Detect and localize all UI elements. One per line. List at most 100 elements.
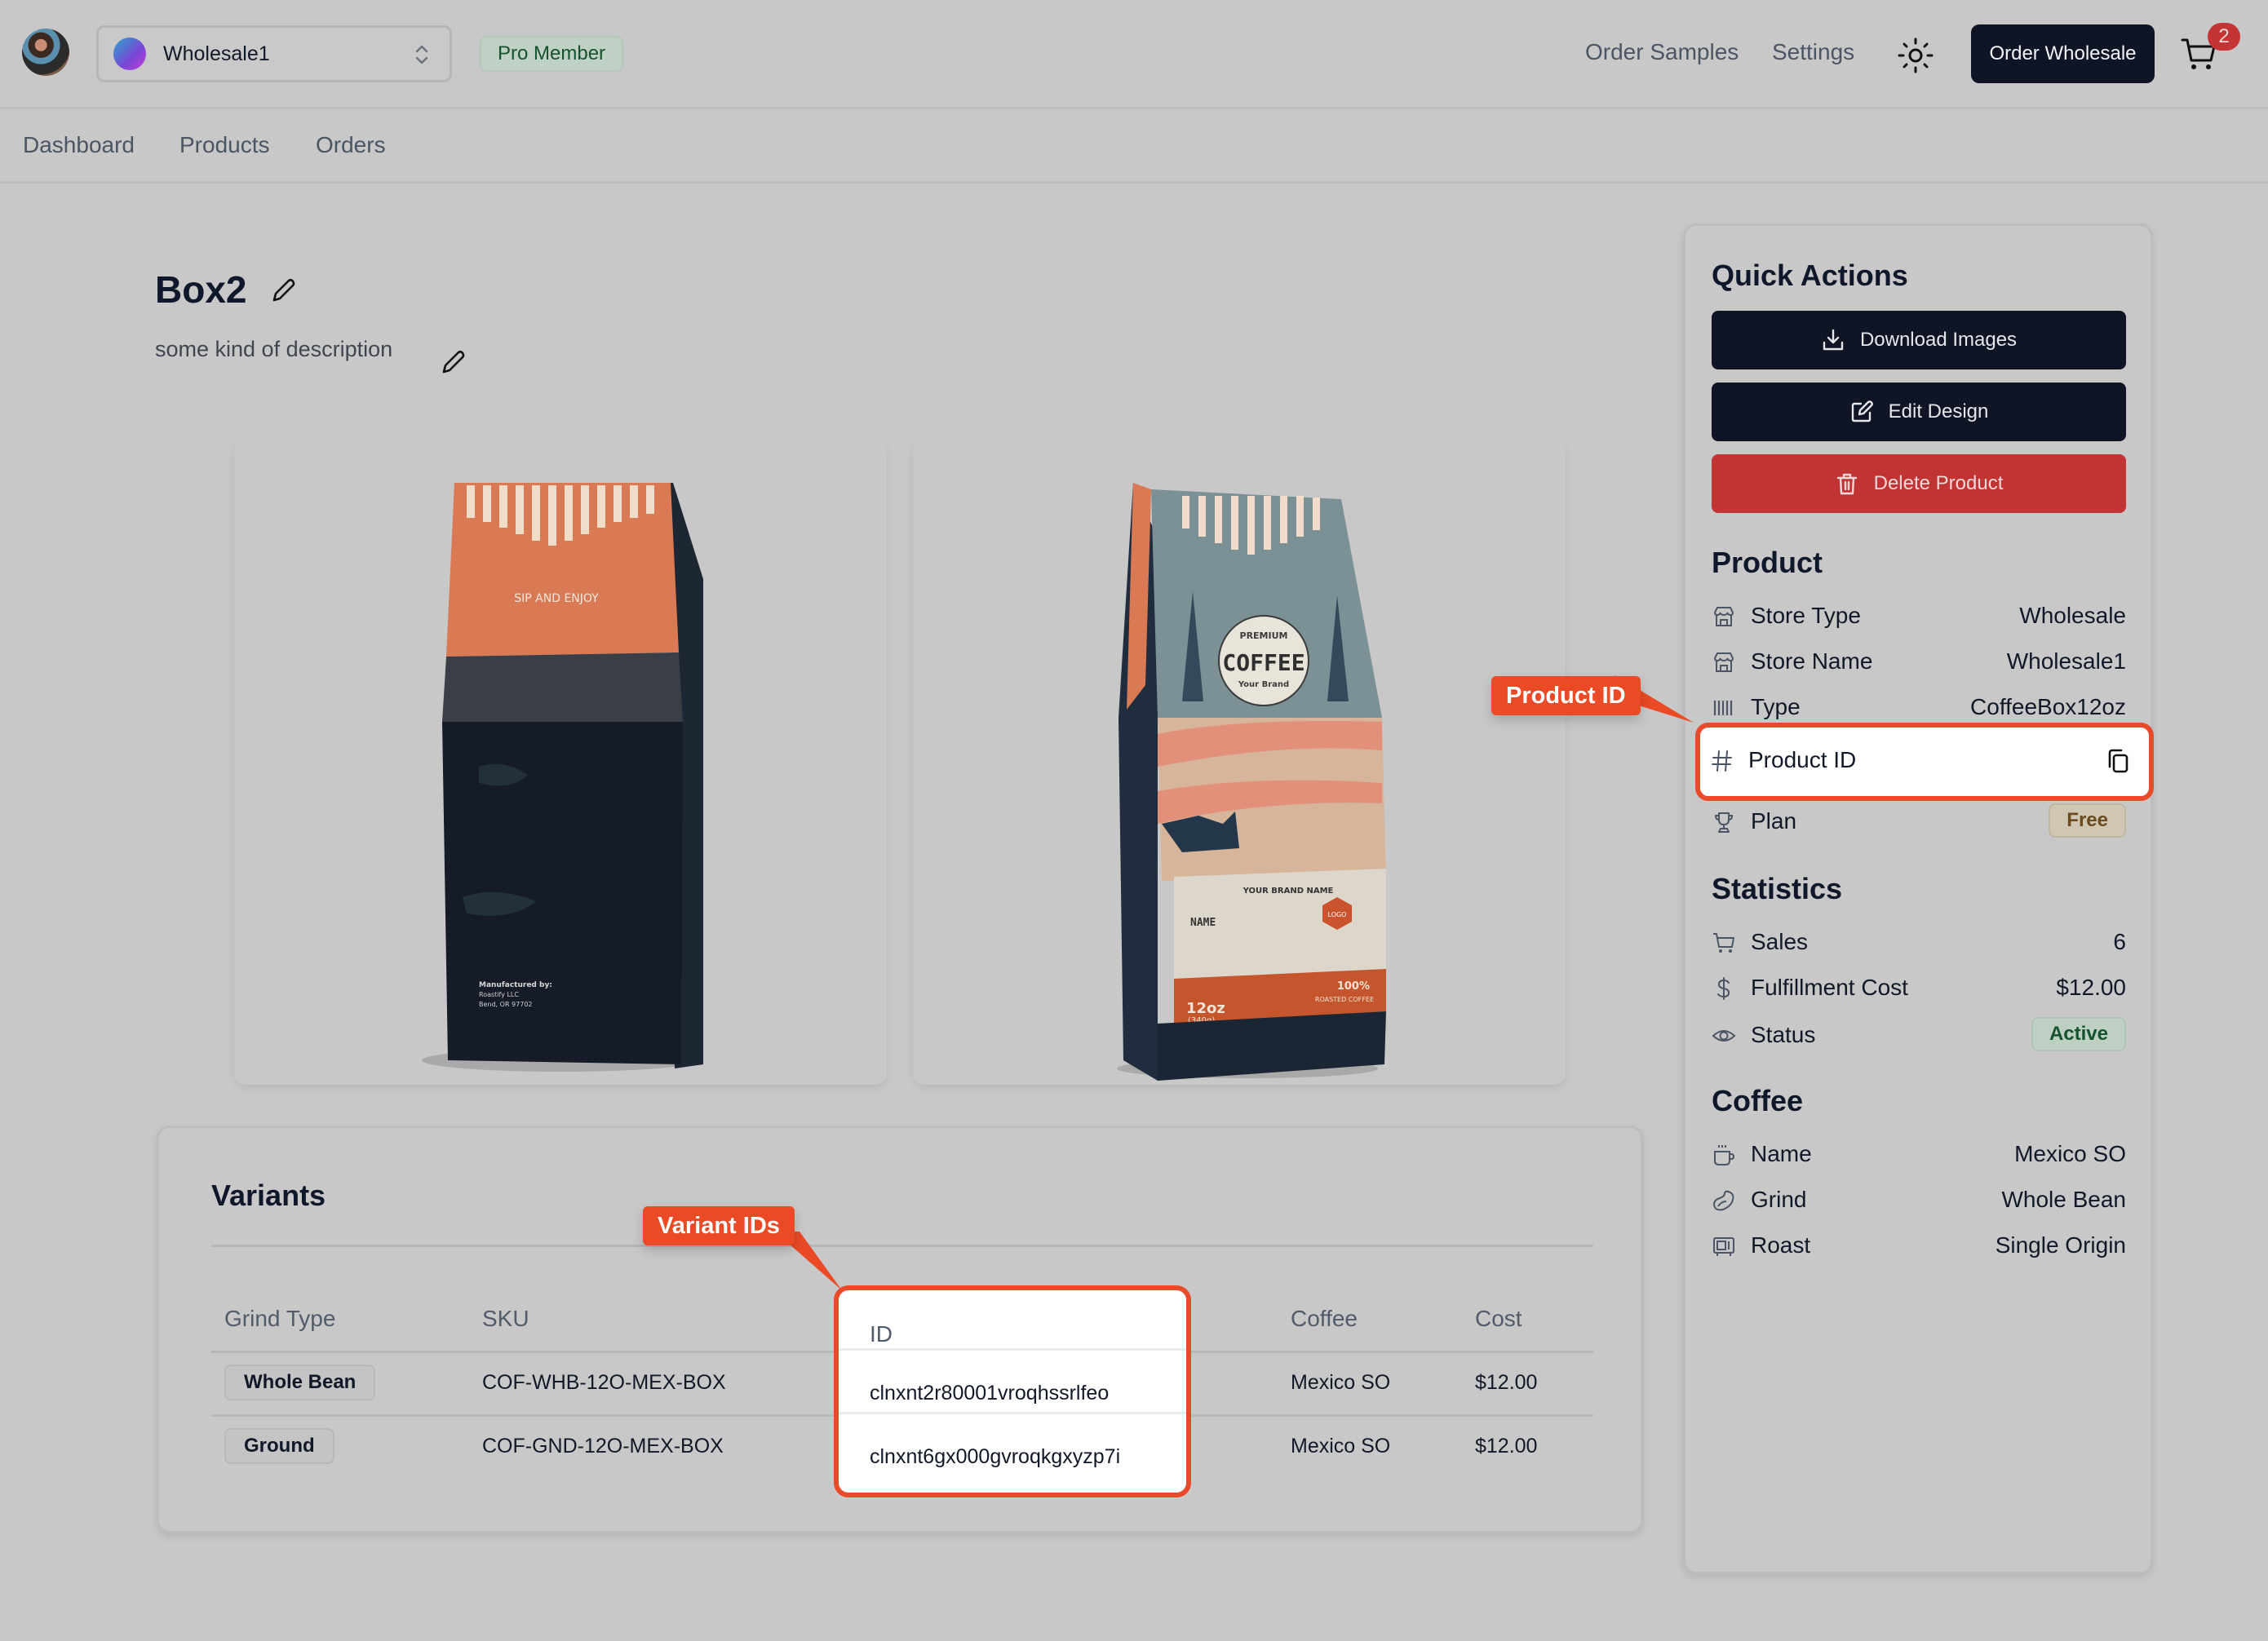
user-avatar[interactable]	[22, 29, 69, 76]
coffee-cell: Mexico SO	[1291, 1371, 1391, 1394]
download-icon	[1823, 329, 1844, 351]
edit-title-pencil-icon[interactable]	[269, 277, 297, 305]
subnav-dashboard[interactable]: Dashboard	[23, 132, 135, 158]
logo-placeholder-text: LOGO	[1328, 911, 1347, 918]
copy-icon[interactable]	[2105, 747, 2131, 775]
column-header-cost: Cost	[1475, 1306, 1522, 1331]
product-image-back[interactable]: SIP AND ENJOY Manufactured by: Roastify …	[234, 440, 887, 1085]
product-id-row: Product ID	[1695, 723, 2154, 801]
status-row: Status Active	[1712, 1017, 2126, 1053]
barcode-icon	[1713, 701, 1733, 715]
badge-main-text: COFFEE	[1222, 649, 1305, 676]
brand-name-text: YOUR BRAND NAME	[1243, 887, 1334, 896]
variant-id-highlight: ID clnxnt2r80001vroqhssrlfeo clnxnt6gx00…	[834, 1285, 1191, 1497]
row-label: Fulfillment Cost	[1751, 975, 1908, 1000]
row-value: Whole Bean	[2001, 1187, 2126, 1212]
divider	[211, 1245, 1593, 1247]
manufacturer-line-3: Bend, OR 97702	[479, 1001, 533, 1008]
side-panel: Quick Actions Download Images Edit Desig…	[1683, 223, 2153, 1574]
store-type-row: Store Type Wholesale	[1712, 601, 2126, 634]
roast-row: Roast Single Origin	[1712, 1231, 2126, 1263]
roasted-pct-text: 100%	[1337, 980, 1370, 993]
row-value: Mexico SO	[2014, 1141, 2126, 1166]
subnav-orders[interactable]: Orders	[316, 132, 386, 158]
store-selector[interactable]: Wholesale1	[96, 25, 452, 82]
bean-icon	[1712, 1190, 1734, 1211]
coffee-name-row: Name Mexico SO	[1712, 1139, 2126, 1172]
sun-icon[interactable]	[1896, 36, 1935, 75]
order-wholesale-button[interactable]: Order Wholesale	[1971, 24, 2155, 83]
table-divider	[839, 1412, 1186, 1414]
statistics-title: Statistics	[1712, 872, 1843, 905]
delete-product-label: Delete Product	[1873, 472, 2004, 494]
box-print-text: SIP AND ENJOY	[514, 592, 599, 605]
product-image-front[interactable]: PREMIUM COFFEE Your Brand YOUR BRAND NAM…	[913, 440, 1566, 1085]
row-label: Roast	[1751, 1232, 1811, 1258]
store-icon	[1713, 607, 1734, 626]
plan-row: Plan Free	[1712, 803, 2126, 839]
row-value: Wholesale	[2019, 603, 2126, 628]
row-label: Type	[1751, 694, 1801, 719]
download-images-button[interactable]: Download Images	[1712, 311, 2126, 369]
grind-type-badge: Whole Bean	[224, 1365, 376, 1400]
status-badge: Active	[2031, 1017, 2126, 1051]
nav-settings[interactable]: Settings	[1772, 39, 1854, 65]
edit-design-label: Edit Design	[1888, 400, 1989, 422]
row-label: Name	[1751, 1141, 1812, 1166]
product-id-label: Product ID	[1748, 747, 1857, 772]
row-label: Plan	[1751, 808, 1797, 834]
sales-row: Sales 6	[1712, 927, 2126, 960]
delete-product-button[interactable]: Delete Product	[1712, 454, 2126, 513]
row-value: CoffeeBox12oz	[1970, 694, 2126, 719]
coffee-box-back-illustration: SIP AND ENJOY Manufactured by: Roastify …	[422, 483, 703, 1072]
dollar-icon	[1717, 977, 1730, 1000]
variant-id-cell[interactable]: clnxnt6gx000gvroqkgxyzp7i	[870, 1445, 1120, 1469]
variant-id-cell[interactable]: clnxnt2r80001vroqhssrlfeo	[870, 1382, 1109, 1405]
name-placeholder-text: NAME	[1190, 917, 1216, 929]
row-value: Single Origin	[1995, 1232, 2126, 1258]
product-id-callout: Product ID	[1491, 676, 1641, 715]
manufacturer-line-2: Roastify LLC	[479, 991, 519, 998]
sku-cell: COF-WHB-12O-MEX-BOX	[482, 1371, 726, 1394]
trophy-icon	[1715, 812, 1733, 833]
top-bar: Wholesale1 Pro Member Order Samples Sett…	[0, 0, 2268, 109]
store-color-dot	[113, 38, 146, 70]
cart-icon	[1713, 933, 1734, 953]
product-section-title: Product	[1712, 546, 1823, 579]
hash-icon	[1712, 750, 1732, 772]
sku-cell: COF-GND-12O-MEX-BOX	[482, 1435, 724, 1457]
store-name-row: Store Name Wholesale1	[1712, 647, 2126, 679]
column-header-coffee: Coffee	[1291, 1306, 1358, 1331]
row-value: $12.00	[2056, 975, 2126, 1000]
quick-actions-title: Quick Actions	[1712, 259, 1908, 292]
coffee-cell: Mexico SO	[1291, 1435, 1391, 1457]
membership-badge: Pro Member	[480, 36, 624, 72]
edit-description-pencil-icon[interactable]	[439, 349, 467, 377]
chevrons-up-down-icon	[415, 45, 428, 64]
nav-order-samples[interactable]: Order Samples	[1585, 39, 1739, 65]
weight-text: 12oz	[1186, 1000, 1225, 1017]
cost-cell: $12.00	[1475, 1371, 1538, 1394]
product-title: Box2	[155, 268, 247, 311]
row-value: 6	[2113, 929, 2126, 954]
column-header-grind-type: Grind Type	[224, 1306, 336, 1331]
table-divider	[839, 1348, 1186, 1351]
grind-row: Grind Whole Bean	[1712, 1185, 2126, 1218]
edit-square-icon	[1851, 400, 1873, 422]
row-label: Grind	[1751, 1187, 1807, 1212]
sub-navigation: Dashboard Products Orders	[0, 112, 2268, 184]
cart-count-badge: 2	[2208, 23, 2240, 51]
edit-design-button[interactable]: Edit Design	[1712, 383, 2126, 441]
subnav-products[interactable]: Products	[179, 132, 270, 158]
manufacturer-line-1: Manufactured by:	[479, 981, 552, 989]
roasted-label-text: ROASTED COFFEE	[1315, 996, 1374, 1003]
plan-badge: Free	[2049, 803, 2126, 838]
grind-type-badge: Ground	[224, 1428, 334, 1464]
store-icon	[1713, 652, 1734, 672]
eye-icon	[1712, 1030, 1736, 1042]
row-value: Wholesale1	[2006, 648, 2126, 674]
fulfillment-cost-row: Fulfillment Cost $12.00	[1712, 973, 2126, 1006]
coffee-section-title: Coffee	[1712, 1084, 1804, 1117]
row-label: Store Type	[1751, 603, 1861, 628]
trash-icon	[1836, 473, 1857, 495]
